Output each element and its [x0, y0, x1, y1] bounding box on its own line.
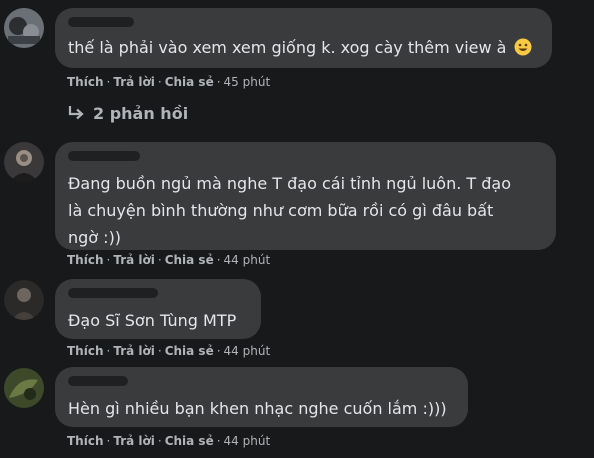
timestamp[interactable]: 44 phút — [224, 344, 271, 358]
share-button[interactable]: Chia sẻ — [165, 253, 214, 267]
author-name-redacted — [68, 376, 128, 386]
avatar[interactable] — [4, 142, 44, 182]
smile-emoji-icon — [514, 38, 532, 56]
like-button[interactable]: Thích — [67, 75, 104, 89]
view-replies-link[interactable]: 2 phản hồi — [67, 104, 188, 123]
separator: · — [106, 434, 111, 448]
comment-bubble: Đạo Sĩ Sơn Tùng MTP — [55, 279, 261, 339]
separator: · — [157, 253, 162, 267]
like-button[interactable]: Thích — [67, 434, 104, 448]
like-button[interactable]: Thích — [67, 253, 104, 267]
replies-count-label: 2 phản hồi — [93, 104, 189, 123]
comment-text: Hèn gì nhiều bạn khen nhạc nghe cuốn lắm… — [68, 399, 447, 418]
author-name-redacted — [68, 17, 134, 27]
separator: · — [106, 344, 111, 358]
comment-bubble: thế là phải vào xem xem giống k. xog cày… — [55, 8, 552, 68]
share-button[interactable]: Chia sẻ — [165, 75, 214, 89]
comment-text-line: Đang buồn ngủ mà nghe T đạo cái tỉnh ngủ… — [68, 174, 511, 193]
separator: · — [216, 344, 221, 358]
reply-button[interactable]: Trả lời — [113, 434, 155, 448]
author-name-redacted — [68, 151, 140, 161]
separator: · — [157, 344, 162, 358]
avatar[interactable] — [4, 280, 44, 320]
separator: · — [106, 75, 111, 89]
timestamp[interactable]: 44 phút — [224, 434, 271, 448]
avatar-image-icon — [4, 8, 44, 48]
comment-text: thế là phải vào xem xem giống k. xog cày… — [68, 34, 532, 61]
separator: · — [106, 253, 111, 267]
timestamp[interactable]: 44 phút — [224, 253, 271, 267]
author-name-redacted — [68, 288, 158, 298]
reply-button[interactable]: Trả lời — [113, 344, 155, 358]
like-button[interactable]: Thích — [67, 344, 104, 358]
comment-bubble: Đang buồn ngủ mà nghe T đạo cái tỉnh ngủ… — [55, 142, 556, 250]
comment-text-content: thế là phải vào xem xem giống k. xog cày… — [68, 38, 507, 57]
comment-actions: Thích · Trả lời · Chia sẻ · 45 phút — [67, 75, 270, 89]
comment-text: Đạo Sĩ Sơn Tùng MTP — [68, 311, 237, 330]
reply-button[interactable]: Trả lời — [113, 75, 155, 89]
share-button[interactable]: Chia sẻ — [165, 344, 214, 358]
comment-actions: Thích · Trả lời · Chia sẻ · 44 phút — [67, 253, 270, 267]
separator: · — [216, 75, 221, 89]
comment-actions: Thích · Trả lời · Chia sẻ · 44 phút — [67, 344, 270, 358]
reply-arrow-icon — [68, 106, 84, 120]
comment-text: Đang buồn ngủ mà nghe T đạo cái tỉnh ngủ… — [68, 170, 511, 251]
separator: · — [157, 75, 162, 89]
reply-button[interactable]: Trả lời — [113, 253, 155, 267]
comment-text-line: ngờ :)) — [68, 228, 122, 247]
timestamp[interactable]: 45 phút — [224, 75, 271, 89]
comment-item: thế là phải vào xem xem giống k. xog cày… — [0, 0, 594, 130]
avatar-image-icon — [4, 368, 44, 408]
avatar-image-icon — [4, 280, 44, 320]
comment-actions: Thích · Trả lời · Chia sẻ · 44 phút — [67, 434, 270, 448]
separator: · — [216, 253, 221, 267]
separator: · — [157, 434, 162, 448]
comment-text-line: là chuyện bình thường như cơm bữa rồi có… — [68, 201, 494, 220]
share-button[interactable]: Chia sẻ — [165, 434, 214, 448]
comment-feed: thế là phải vào xem xem giống k. xog cày… — [0, 0, 594, 458]
avatar-image-icon — [4, 142, 44, 182]
avatar[interactable] — [4, 8, 44, 48]
separator: · — [216, 434, 221, 448]
comment-bubble: Hèn gì nhiều bạn khen nhạc nghe cuốn lắm… — [55, 367, 468, 427]
avatar[interactable] — [4, 368, 44, 408]
